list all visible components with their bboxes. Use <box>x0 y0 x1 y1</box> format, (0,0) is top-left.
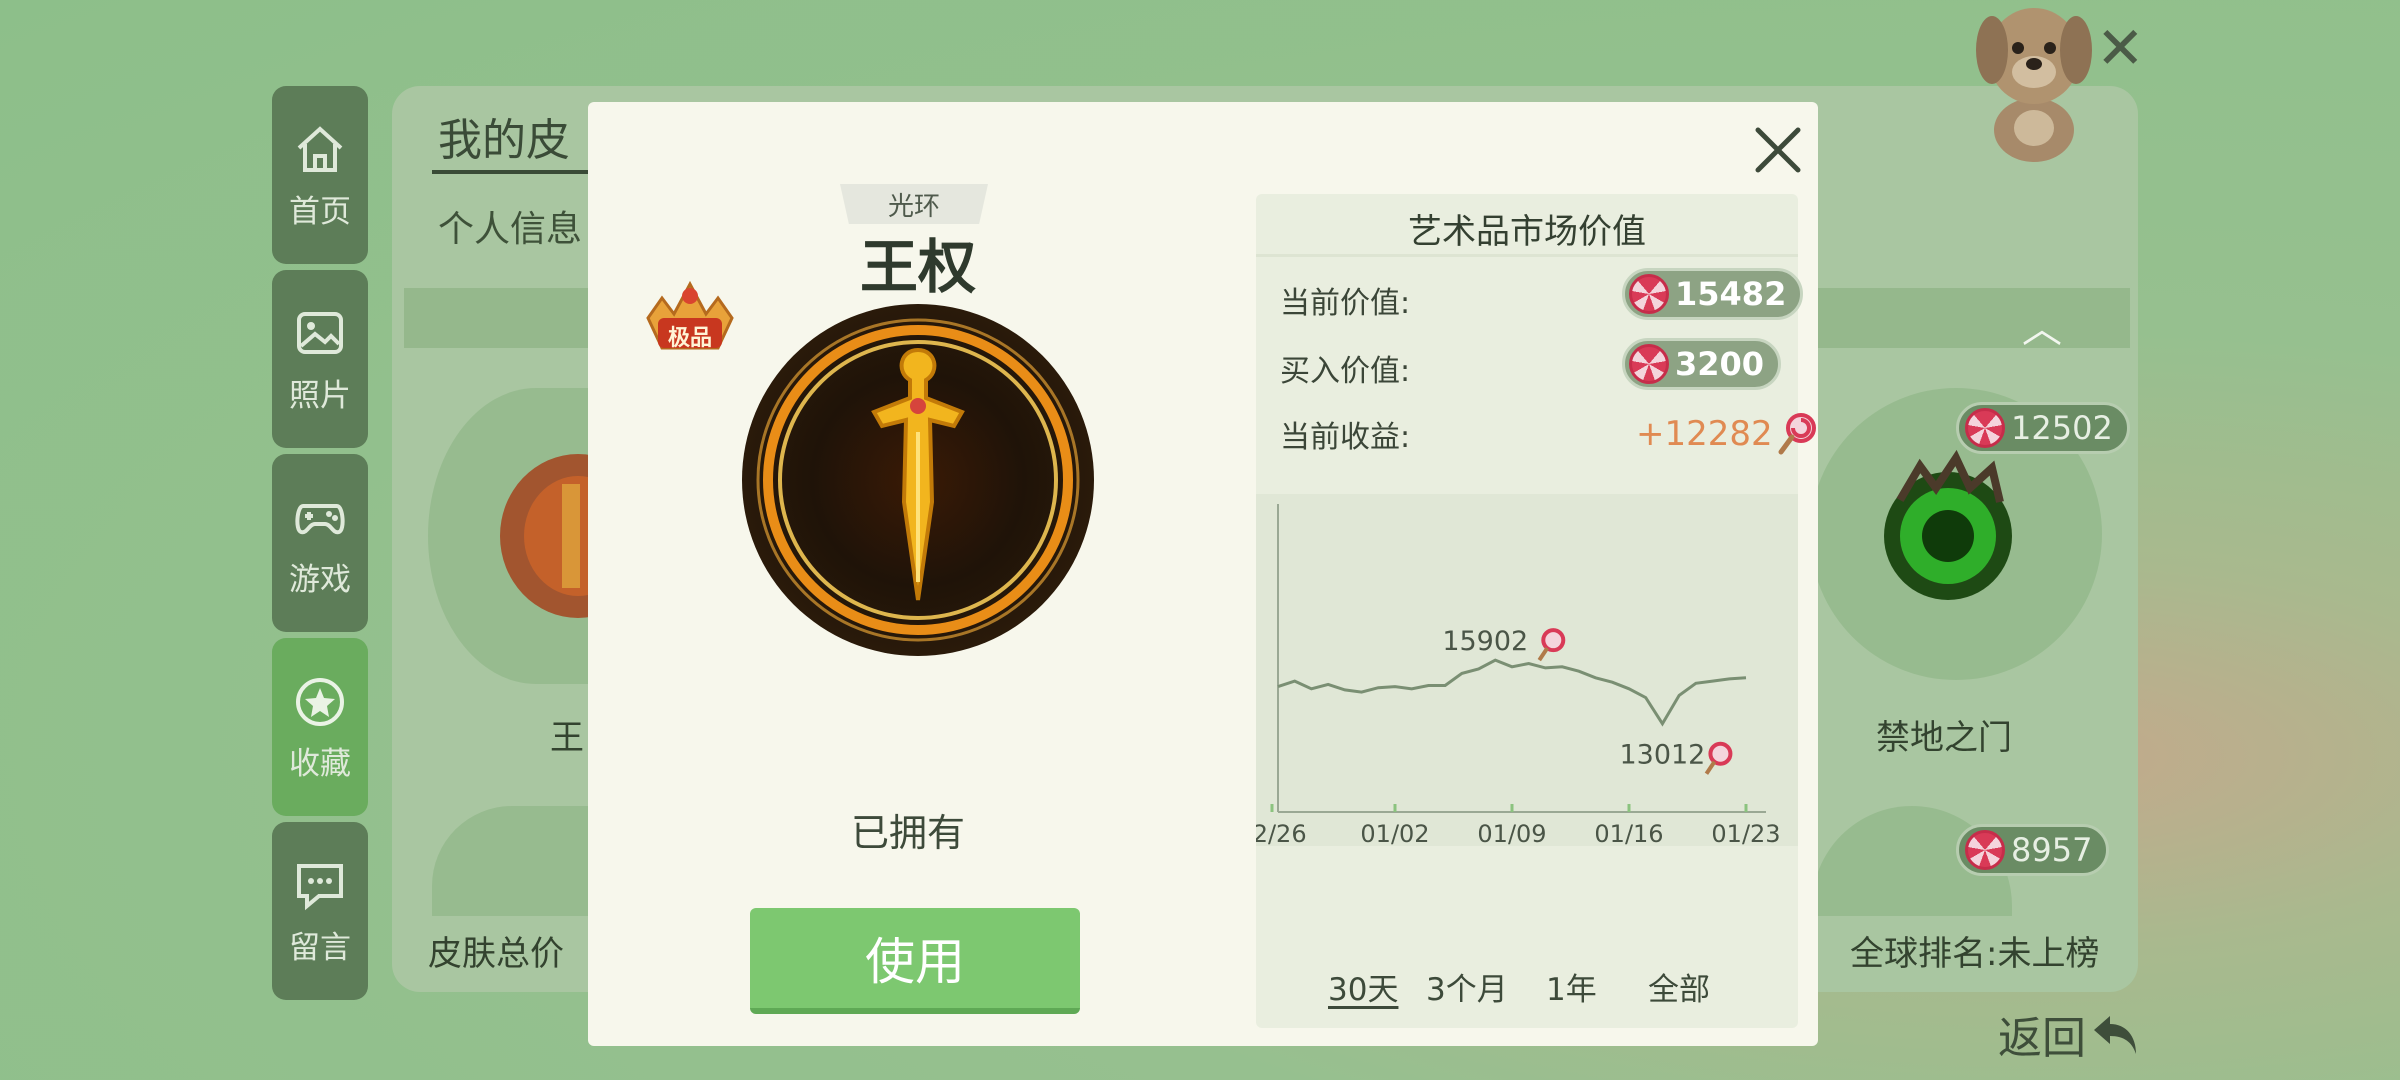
skin-price-right-2-value: 8957 <box>2011 831 2093 869</box>
candy-currency-icon <box>1965 408 2005 448</box>
candy-currency-icon <box>1965 830 2005 870</box>
price-chart: 12/26 01/02 01/09 01/16 01/23 15902 13012 <box>1237 494 1798 848</box>
background-close-icon[interactable]: ✕ <box>2096 14 2145 82</box>
buy-value-label: 买入价值: <box>1280 354 1411 389</box>
back-label: 返回 <box>1998 1013 2086 1064</box>
chart-lollipop-stick <box>1537 647 1549 662</box>
nav-label-photos: 照片 <box>289 377 351 414</box>
candy-currency-icon <box>1629 274 1669 314</box>
buy-value-pill: 3200 <box>1622 338 1782 390</box>
photo-icon <box>297 311 343 354</box>
skin-item-label-right: 禁地之门 <box>1876 718 2012 758</box>
tab-personal-info[interactable]: 个人信息 <box>438 200 582 252</box>
chart-x-tick-label: 01/02 <box>1360 820 1429 846</box>
chart-lollipop-icon <box>1708 741 1733 766</box>
nav-item-photos[interactable]: 照片 <box>272 270 368 448</box>
back-arrow-icon <box>2094 1016 2136 1054</box>
star-icon <box>296 677 344 726</box>
profit: +12282 <box>1636 412 1819 456</box>
rarity-label: 极品 <box>667 326 712 351</box>
nav-item-favorites[interactable]: 收藏 <box>272 638 368 816</box>
price-chart-svg: 12/26 01/02 01/09 01/16 01/23 15902 13012 <box>1237 504 1781 848</box>
skin-total-value-label: 皮肤总价 <box>428 934 564 974</box>
chart-x-tick-label: 12/26 <box>1256 820 1307 846</box>
range-30-days[interactable]: 30天 <box>1328 964 1398 1009</box>
skin-price-right-value: 12502 <box>2011 409 2113 447</box>
skin-detail-dialog: 光环 王权 极品 已拥有 使用 艺术品市场价值 当前价值: 15482 买入价值… <box>588 102 1818 1046</box>
back-button[interactable]: 返回 <box>1998 1002 2142 1066</box>
chart-x-tick-label: 01/16 <box>1594 820 1663 846</box>
nav-label-games: 游戏 <box>289 561 351 598</box>
global-rank: 全球排名:未上榜 <box>1850 934 2100 974</box>
market-title: 艺术品市场价值 <box>1408 212 1646 252</box>
nav-label-home: 首页 <box>289 193 351 230</box>
background-title: 我的皮 <box>438 115 570 166</box>
chart-data-label: 15902 <box>1442 626 1528 657</box>
rarity-badge: 极品 <box>640 278 740 364</box>
range-1-year[interactable]: 1年 <box>1546 964 1597 1009</box>
scepter-halo-icon <box>742 304 1094 656</box>
range-3-months[interactable]: 3个月 <box>1426 964 1508 1009</box>
nav-label-messages: 留言 <box>289 929 351 966</box>
chart-series-line <box>1277 658 1747 727</box>
gamepad-icon <box>295 503 345 534</box>
item-category-tag: 光环 <box>840 184 988 224</box>
owned-status: 已拥有 <box>850 811 965 855</box>
nav-label-favorites: 收藏 <box>289 745 351 782</box>
market-divider <box>1256 254 1798 257</box>
candy-currency-icon <box>1629 344 1669 384</box>
chart-lollipop-stick <box>1704 760 1717 775</box>
lollipop-icon <box>1778 413 1816 455</box>
chart-x-tick-label: 01/23 <box>1711 820 1780 846</box>
buy-value: 3200 <box>1675 345 1765 383</box>
range-all[interactable]: 全部 <box>1648 964 1710 1009</box>
close-icon[interactable] <box>1748 120 1808 180</box>
profit-value: +12282 <box>1636 414 1773 454</box>
chevron-up-icon[interactable]: ︿ <box>2022 296 2062 354</box>
nav-item-games[interactable]: 游戏 <box>272 454 368 632</box>
chart-lollipop-icon <box>1541 628 1566 653</box>
market-value-panel: 艺术品市场价值 当前价值: 15482 买入价值: 3200 当前收益: +12… <box>1237 194 1816 1028</box>
background-title-underline <box>432 170 592 174</box>
current-value-pill: 15482 <box>1622 268 1804 320</box>
home-icon <box>297 125 343 172</box>
current-value-label: 当前价值: <box>1280 286 1411 321</box>
message-icon <box>297 863 343 910</box>
skin-item-label-left: 王 <box>550 718 584 758</box>
chart-x-tick-label: 01/09 <box>1477 820 1546 846</box>
use-button[interactable]: 使用 <box>750 908 1080 1014</box>
profit-label: 当前收益: <box>1280 420 1411 455</box>
skin-price-right-2: 8957 <box>1956 824 2110 876</box>
current-value: 15482 <box>1675 275 1787 313</box>
chart-data-label: 13012 <box>1619 740 1705 771</box>
nav-item-messages[interactable]: 留言 <box>272 822 368 1000</box>
time-range-selector: 30天 3个月 1年 全部 <box>1256 964 1798 1014</box>
dog-mascot-icon <box>1976 8 2092 162</box>
skin-price-right: 12502 <box>1956 402 2130 454</box>
item-name: 王权 <box>859 233 976 301</box>
nav-item-home[interactable]: 首页 <box>272 86 368 264</box>
